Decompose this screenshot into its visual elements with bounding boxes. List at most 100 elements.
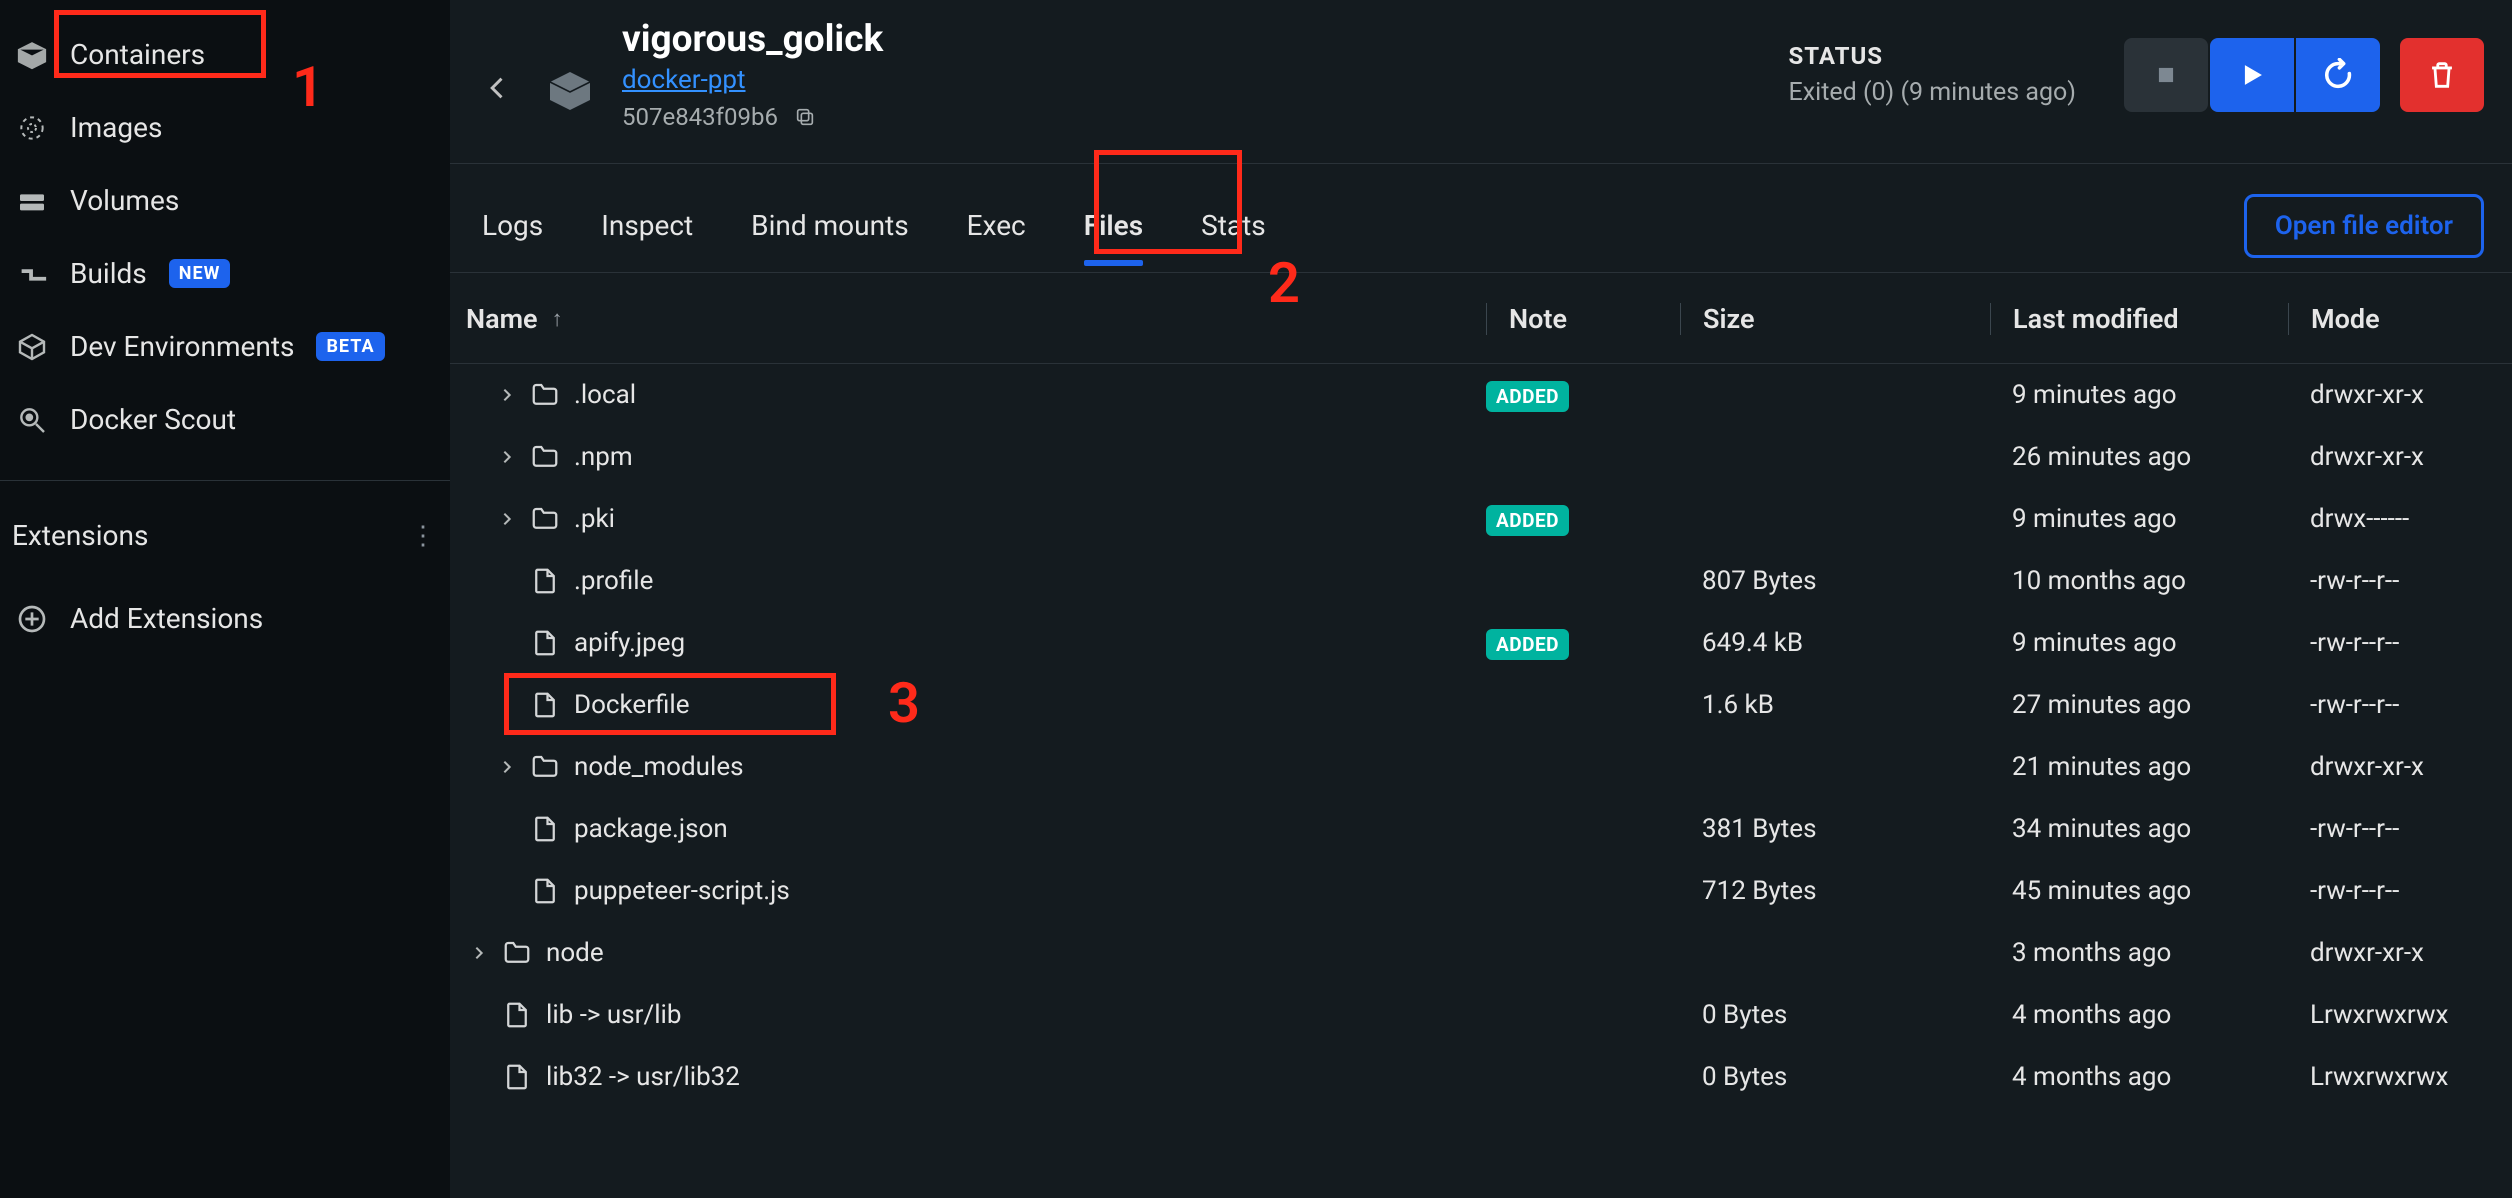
file-row[interactable]: .profile 807 Bytes10 months ago-rw-r--r-- [450, 550, 2512, 612]
start-button[interactable] [2210, 38, 2294, 112]
file-row[interactable]: node_modules21 minutes agodrwxr-xr-x [450, 736, 2512, 798]
file-list: .localADDED9 minutes agodrwxr-xr-x.npm26… [450, 364, 2512, 1108]
image-link[interactable]: docker-ppt [622, 65, 883, 95]
file-name: node_modules [574, 752, 744, 782]
file-name: node [546, 938, 604, 968]
images-icon [16, 112, 48, 144]
file-modified: 10 months ago [1990, 566, 2288, 596]
chevron-right-icon[interactable] [470, 945, 488, 961]
container-id-row: 507e843f09b6 [622, 103, 883, 131]
file-modified: 9 minutes ago [1990, 504, 2288, 534]
file-name: .profile [574, 566, 653, 596]
column-note[interactable]: Note [1486, 303, 1680, 335]
sidebar-item-dev-env[interactable]: Dev Environments BETA [0, 310, 450, 383]
chevron-right-icon[interactable] [498, 387, 516, 403]
file-name: package.json [574, 814, 728, 844]
column-modified[interactable]: Last modified [1990, 303, 2288, 335]
file-mode: Lrwxrwxrwx [2288, 1062, 2496, 1092]
status-block: STATUS Exited (0) (9 minutes ago) [1789, 42, 2076, 107]
title-block: vigorous_golick docker-ppt 507e843f09b6 [622, 18, 883, 131]
restart-button[interactable] [2296, 38, 2380, 112]
file-mode: drwxr-xr-x [2288, 938, 2496, 968]
sidebar-item-containers[interactable]: Containers [0, 18, 450, 91]
column-name[interactable]: Name ↑ [466, 303, 1486, 335]
builds-icon [16, 258, 48, 290]
file-row[interactable]: node3 months agodrwxr-xr-x [450, 922, 2512, 984]
file-modified: 45 minutes ago [1990, 876, 2288, 906]
status-text: Exited (0) (9 minutes ago) [1789, 78, 2076, 107]
sidebar-item-volumes[interactable]: Volumes [0, 164, 450, 237]
file-row[interactable]: apify.jpegADDED649.4 kB9 minutes ago-rw-… [450, 612, 2512, 674]
tab-logs[interactable]: Logs [482, 202, 543, 264]
file-modified: 4 months ago [1990, 1000, 2288, 1030]
column-size[interactable]: Size [1680, 303, 1990, 335]
sidebar-item-builds[interactable]: Builds NEW [0, 237, 450, 310]
column-mode[interactable]: Mode [2288, 303, 2496, 335]
file-row[interactable]: .pkiADDED9 minutes agodrwx------ [450, 488, 2512, 550]
folder-icon [530, 380, 560, 410]
file-icon [530, 690, 560, 720]
file-modified: 9 minutes ago [1990, 380, 2288, 410]
folder-icon [530, 504, 560, 534]
file-mode: drwxr-xr-x [2288, 752, 2496, 782]
tab-bind-mounts[interactable]: Bind mounts [751, 202, 909, 264]
file-row[interactable]: Dockerfile1.6 kB27 minutes ago-rw-r--r-- [450, 674, 2512, 736]
file-mode: drwx------ [2288, 504, 2496, 534]
tab-stats[interactable]: Stats [1201, 202, 1266, 264]
open-file-editor-button[interactable]: Open file editor [2244, 194, 2484, 258]
folder-icon [530, 752, 560, 782]
sidebar-label: Builds [70, 257, 147, 290]
file-mode: -rw-r--r-- [2288, 566, 2496, 596]
sidebar-item-images[interactable]: Images [0, 91, 450, 164]
container-name: vigorous_golick [622, 18, 883, 61]
divider [0, 480, 450, 481]
tab-inspect[interactable]: Inspect [601, 202, 693, 264]
sidebar-label: Images [70, 111, 162, 144]
stop-button[interactable] [2124, 38, 2208, 112]
tab-files[interactable]: Files [1084, 202, 1143, 264]
extensions-header[interactable]: Extensions ⋮ [0, 489, 450, 582]
file-icon [502, 1000, 532, 1030]
file-mode: -rw-r--r-- [2288, 628, 2496, 658]
copy-icon[interactable] [794, 106, 816, 128]
back-button[interactable] [478, 69, 518, 111]
file-row[interactable]: puppeteer-script.js 712 Bytes45 minutes a… [450, 860, 2512, 922]
file-size: 381 Bytes [1680, 814, 1990, 844]
file-icon [530, 566, 560, 596]
file-size: 807 Bytes [1680, 566, 1990, 596]
file-icon [530, 628, 560, 658]
tab-exec[interactable]: Exec [967, 202, 1026, 264]
file-size: 649.4 kB [1680, 628, 1990, 658]
more-icon[interactable]: ⋮ [410, 521, 436, 551]
volumes-icon [16, 185, 48, 217]
folder-icon [530, 442, 560, 472]
file-row[interactable]: .localADDED9 minutes agodrwxr-xr-x [450, 364, 2512, 426]
file-mode: -rw-r--r-- [2288, 690, 2496, 720]
delete-button[interactable] [2400, 38, 2484, 112]
file-row[interactable]: lib32 -> usr/lib320 Bytes4 months agoLrw… [450, 1046, 2512, 1108]
file-mode: Lrwxrwxrwx [2288, 1000, 2496, 1030]
chevron-right-icon[interactable] [498, 511, 516, 527]
file-row[interactable]: package.json381 Bytes34 minutes ago-rw-r… [450, 798, 2512, 860]
sidebar-item-add-extensions[interactable]: Add Extensions [0, 582, 450, 655]
file-size: 712 Bytes [1680, 876, 1990, 906]
chevron-right-icon[interactable] [498, 449, 516, 465]
chevron-right-icon[interactable] [498, 759, 516, 775]
file-mode: drwxr-xr-x [2288, 380, 2496, 410]
sidebar-item-docker-scout[interactable]: Docker Scout [0, 383, 450, 456]
file-icon [530, 876, 560, 906]
file-name: puppeteer-script.js [574, 876, 790, 906]
file-row[interactable]: .npm26 minutes agodrwxr-xr-x [450, 426, 2512, 488]
container-icon [546, 66, 594, 114]
sidebar-label: Dev Environments [70, 330, 294, 363]
file-icon [502, 1062, 532, 1092]
main-panel: vigorous_golick docker-ppt 507e843f09b6 … [450, 0, 2512, 1198]
file-size: 0 Bytes [1680, 1062, 1990, 1092]
file-name: lib32 -> usr/lib32 [546, 1062, 740, 1092]
sidebar-label: Containers [70, 38, 205, 71]
dev-env-icon [16, 331, 48, 363]
sidebar-label: Volumes [70, 184, 179, 217]
file-name: .local [574, 380, 636, 410]
file-row[interactable]: lib -> usr/lib0 Bytes4 months agoLrwxrwx… [450, 984, 2512, 1046]
action-buttons [2124, 38, 2484, 112]
